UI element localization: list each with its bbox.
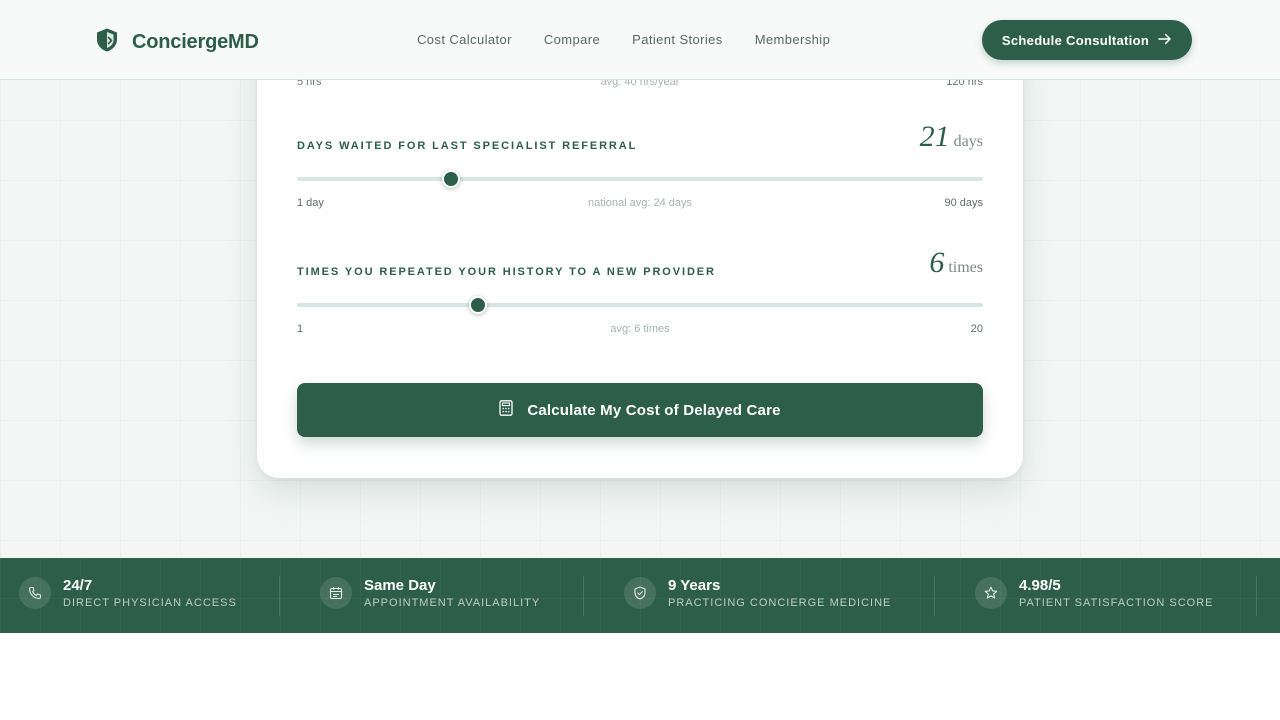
calculate-button-label: Calculate My Cost of Delayed Care [527,401,781,419]
field-value: 21 days [920,120,983,154]
stat-title: 9 Years [668,577,721,594]
stat-divider [279,576,280,616]
nav-patient-stories[interactable]: Patient Stories [632,32,723,47]
history-repeat-slider-track[interactable] [297,303,983,307]
phone-icon [19,577,51,609]
stat-subtitle: PATIENT SATISFACTION SCORE [1019,597,1214,609]
history-repeat-field: TIMES YOU REPEATED YOUR HISTORY TO A NEW… [297,246,983,366]
field-value-unit: times [948,259,983,276]
referral-wait-field: DAYS WAITED FOR LAST SPECIALIST REFERRAL… [297,120,983,240]
nav-cost-calculator[interactable]: Cost Calculator [417,32,512,47]
calculator-icon [499,400,513,420]
nav-compare[interactable]: Compare [544,32,600,47]
scale-max: 20 [970,323,983,335]
calculate-button[interactable]: Calculate My Cost of Delayed Care [297,383,983,437]
scale-max: 90 days [944,197,983,209]
stat-years-practicing: 9 Years PRACTICING CONCIERGE MEDICINE [624,577,891,609]
referral-wait-slider-thumb[interactable] [442,170,461,188]
nav-membership[interactable]: Membership [755,32,831,47]
field-label: DAYS WAITED FOR LAST SPECIALIST REFERRAL [297,140,638,152]
field-value-number: 21 [919,120,950,153]
referral-wait-slider-track[interactable] [297,177,983,181]
brand-logo[interactable]: ConciergeMD [94,27,259,58]
shield-logo-icon [94,27,120,58]
arrow-right-icon [1158,33,1172,48]
stat-title: 4.98/5 [1019,577,1061,594]
site-header: ConciergeMD Cost Calculator Compare Pati… [0,0,1280,80]
calculator-card: 5 hrs avg: 40 hrs/year 120 hrs DAYS WAIT… [257,40,1023,478]
stat-title: 24/7 [63,577,93,594]
stat-divider [583,576,584,616]
stat-subtitle: PRACTICING CONCIERGE MEDICINE [668,597,892,609]
stats-band: 24/7 DIRECT PHYSICIAN ACCESS Same Day AP… [0,558,1280,633]
field-label: TIMES YOU REPEATED YOUR HISTORY TO A NEW… [297,266,716,278]
slider-scale: 1 day national avg: 24 days 90 days [297,197,983,211]
star-icon [975,577,1007,609]
stat-subtitle: APPOINTMENT AVAILABILITY [364,597,541,609]
stat-divider [934,576,935,616]
stat-subtitle: DIRECT PHYSICIAN ACCESS [63,597,237,609]
field-value-unit: days [953,133,983,150]
scale-avg: avg: 6 times [610,323,670,335]
scale-avg: national avg: 24 days [588,197,692,209]
stat-physician-access: 24/7 DIRECT PHYSICIAN ACCESS [19,577,237,609]
schedule-consultation-button[interactable]: Schedule Consultation [982,20,1192,60]
stat-divider [1256,576,1257,616]
field-value: 6 times [929,246,983,280]
brand-name: ConciergeMD [132,31,259,53]
calendar-icon [320,577,352,609]
slider-scale: 1 avg: 6 times 20 [297,323,983,337]
stat-appointment-availability: Same Day APPOINTMENT AVAILABILITY [320,577,540,609]
history-repeat-slider-thumb[interactable] [468,296,487,314]
schedule-consultation-label: Schedule Consultation [1001,32,1150,48]
stat-satisfaction-score: 4.98/5 PATIENT SATISFACTION SCORE [975,577,1214,609]
stat-title: Same Day [364,577,436,594]
field-value-number: 6 [929,246,945,279]
shield-check-icon [624,577,656,609]
main-nav: Cost Calculator Compare Patient Stories … [417,32,830,47]
